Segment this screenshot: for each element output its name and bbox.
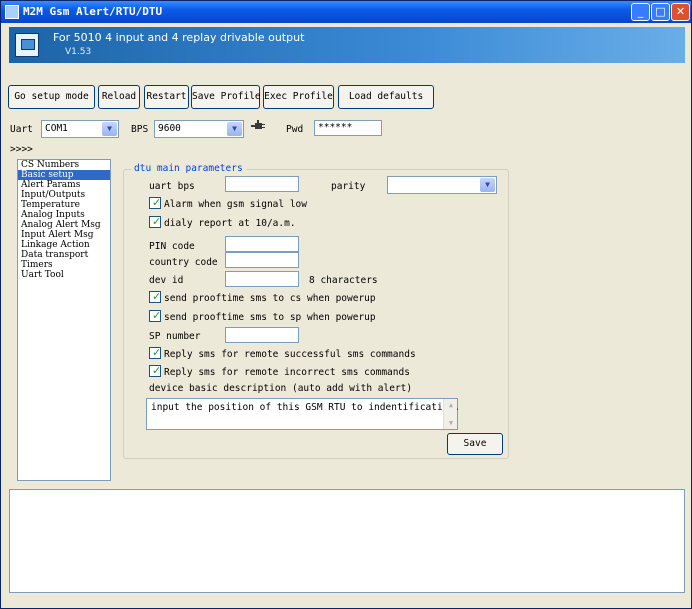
daily-report-checkbox[interactable]: ✓ — [149, 215, 162, 228]
nav-item-input-alert-msg[interactable]: Input Alert Msg — [18, 230, 110, 240]
maximize-button[interactable]: □ — [651, 3, 670, 21]
prooftime-cs-label: send prooftime sms to cs when powerup — [164, 293, 376, 304]
scroll-up-icon[interactable]: ▲ — [445, 400, 457, 410]
log-output-area[interactable] — [9, 489, 685, 593]
reply-incorrect-checkbox[interactable]: ✓ — [149, 364, 162, 377]
nav-item-analog-inputs[interactable]: Analog Inputs — [18, 210, 110, 220]
pin-code-label: PIN code — [149, 241, 195, 252]
alarm-gsm-low-label: Alarm when gsm signal low — [164, 199, 307, 210]
pwd-label: Pwd — [286, 124, 304, 135]
banner-heading: For 5010 4 input and 4 replay drivable o… — [53, 31, 305, 44]
exec-profile-button[interactable]: Exec Profile — [263, 85, 334, 109]
description-text: input the position of this GSM RTU to in… — [151, 402, 460, 413]
reply-success-checkbox[interactable]: ✓ — [149, 346, 162, 359]
dev-id-label: dev id — [149, 275, 184, 286]
save-button[interactable]: Save — [447, 433, 503, 455]
window-title: M2M Gsm Alert/RTU/DTU — [23, 5, 163, 18]
sp-number-input[interactable] — [225, 327, 299, 343]
restart-button[interactable]: Restart — [144, 85, 189, 109]
uart-label: Uart — [10, 124, 33, 135]
reload-button[interactable]: Reload — [98, 85, 140, 109]
prooftime-sp-checkbox[interactable]: ✓ — [149, 309, 162, 322]
dev-id-input[interactable] — [225, 271, 299, 287]
expand-toggle[interactable]: >>>> — [10, 144, 33, 155]
title-bar[interactable]: M2M Gsm Alert/RTU/DTU _ □ ✕ — [1, 1, 691, 23]
checkmark-icon: ✓ — [152, 290, 162, 303]
nav-item-timers[interactable]: Timers — [18, 260, 110, 270]
description-textarea[interactable]: input the position of this GSM RTU to in… — [146, 398, 460, 430]
nav-item-uart-tool[interactable]: Uart Tool — [18, 270, 110, 280]
bps-value: 9600 — [158, 123, 181, 134]
uart-value: COM1 — [45, 123, 68, 134]
nav-item-data-transport[interactable]: Data transport — [18, 250, 110, 260]
uart-select[interactable]: COM1 ▼ — [41, 120, 119, 138]
main-window: M2M Gsm Alert/RTU/DTU _ □ ✕ For 5010 4 i… — [0, 0, 692, 609]
sp-number-label: SP number — [149, 331, 201, 342]
chevron-down-icon[interactable]: ▼ — [227, 122, 242, 136]
plug-icon — [251, 120, 265, 129]
nav-item-basic-setup[interactable]: Basic setup — [18, 170, 110, 180]
parity-label: parity — [331, 181, 366, 192]
save-profile-button[interactable]: Save Profile — [191, 85, 261, 109]
load-defaults-button[interactable]: Load defaults — [338, 85, 434, 109]
dev-id-hint: 8 characters — [309, 275, 378, 286]
scroll-down-icon[interactable]: ▼ — [445, 418, 457, 428]
app-icon — [5, 5, 19, 19]
description-label: device basic description (auto add with … — [149, 383, 413, 394]
daily-report-label: dialy report at 10/a.m. — [164, 218, 296, 229]
reply-success-label: Reply sms for remote successful sms comm… — [164, 349, 416, 360]
close-button[interactable]: ✕ — [671, 3, 690, 21]
pin-code-input[interactable] — [225, 236, 299, 252]
version-label: V1.53 — [65, 47, 92, 57]
go-setup-mode-button[interactable]: Go setup mode — [8, 85, 95, 109]
reply-incorrect-label: Reply sms for remote incorrect sms comma… — [164, 367, 410, 378]
checkmark-icon: ✓ — [152, 364, 162, 377]
checkmark-icon: ✓ — [152, 309, 162, 322]
checkmark-icon: ✓ — [152, 346, 162, 359]
checkmark-icon: ✓ — [152, 215, 162, 228]
nav-item-analog-alert-msg[interactable]: Analog Alert Msg — [18, 220, 110, 230]
alarm-gsm-low-checkbox[interactable]: ✓ — [149, 196, 162, 209]
nav-item-alert-params[interactable]: Alert Params — [18, 180, 110, 190]
nav-item-temperature[interactable]: Temperature — [18, 200, 110, 210]
uart-bps-input[interactable] — [225, 176, 299, 192]
uart-bps-label: uart bps — [149, 181, 195, 192]
monitor-icon — [15, 33, 39, 57]
bps-select[interactable]: 9600 ▼ — [154, 120, 244, 138]
chevron-down-icon[interactable]: ▼ — [480, 178, 495, 192]
checkmark-icon: ✓ — [152, 196, 162, 209]
country-code-input[interactable] — [225, 252, 299, 268]
nav-item-input-outputs[interactable]: Input/Outputs — [18, 190, 110, 200]
nav-item-linkage-action[interactable]: Linkage Action — [18, 240, 110, 250]
nav-item-cs-numbers[interactable]: CS Numbers — [18, 160, 110, 170]
minimize-button[interactable]: _ — [631, 3, 650, 21]
password-field[interactable]: ****** — [314, 120, 382, 136]
settings-nav-list[interactable]: CS Numbers Basic setup Alert Params Input/O… — [17, 159, 111, 481]
bps-label: BPS — [131, 124, 149, 135]
header-banner: For 5010 4 input and 4 replay drivable o… — [9, 27, 685, 63]
country-code-label: country code — [149, 257, 218, 268]
textarea-scrollbar[interactable]: ▲ ▼ — [443, 399, 457, 429]
chevron-down-icon[interactable]: ▼ — [102, 122, 117, 136]
prooftime-sp-label: send prooftime sms to sp when powerup — [164, 312, 376, 323]
parity-select[interactable]: ▼ — [387, 176, 497, 194]
group-title: dtu main parameters — [131, 163, 246, 174]
prooftime-cs-checkbox[interactable]: ✓ — [149, 290, 162, 303]
